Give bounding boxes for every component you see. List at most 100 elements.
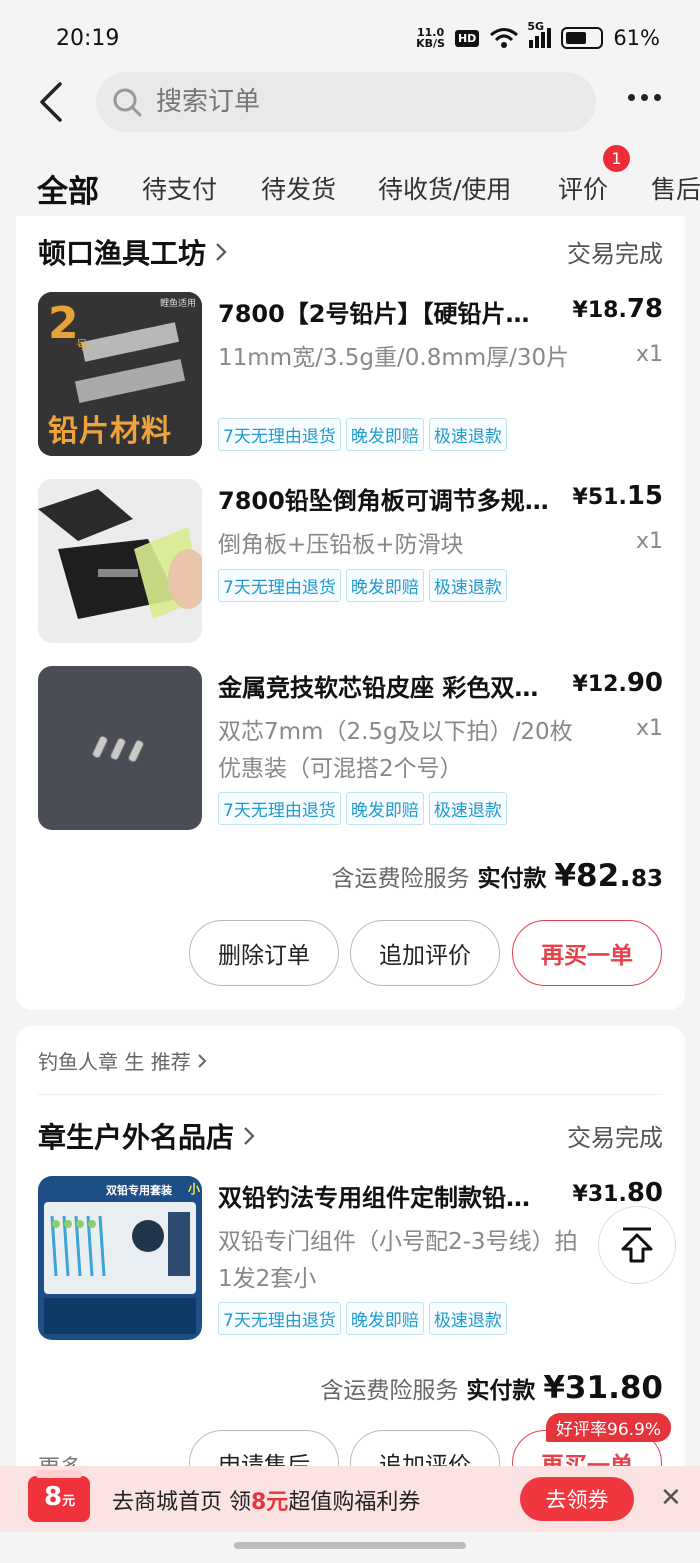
search-bar[interactable] xyxy=(96,72,596,132)
search-input[interactable] xyxy=(156,87,536,117)
product-title: 双铅钓法专用组件定制款铅… xyxy=(218,1184,530,1212)
service-tag: 晚发即赔 xyxy=(345,418,424,451)
product-thumbnail[interactable] xyxy=(38,666,202,830)
product-price: ¥31.80 xyxy=(572,1178,663,1208)
shipping-insurance-note: 含运费险服务 xyxy=(320,1378,459,1404)
thumb-number: 2 xyxy=(48,298,79,349)
header xyxy=(0,72,700,134)
status-bar: 20:19 11.0 KB/S HD 5G 61% xyxy=(0,0,700,72)
order-total: 含运费险服务 实付款 ¥31.80 xyxy=(320,1370,663,1406)
service-tags: 7天无理由退货 晚发即赔 极速退款 xyxy=(218,569,507,602)
order-item[interactable]: 金属竞技软芯铅皮座 彩色双… ¥12.90 双芯7mm（2.5g及以下拍）/20… xyxy=(38,666,663,832)
system-nav-bar xyxy=(0,1532,700,1563)
wifi-icon xyxy=(490,28,519,48)
battery-icon xyxy=(561,27,604,49)
hd-icon: HD xyxy=(454,29,480,47)
coupon-icon: 8元 xyxy=(26,1470,92,1528)
product-price: ¥18.78 xyxy=(572,294,663,324)
tab-after-sales[interactable]: 售后 xyxy=(651,170,700,206)
review-count-badge: 1 xyxy=(603,145,630,172)
service-tag: 7天无理由退货 xyxy=(218,792,341,825)
shipping-insurance-note: 含运费险服务 xyxy=(331,866,470,892)
product-title: 7800铅坠倒角板可调节多规… xyxy=(218,487,549,515)
chevron-right-icon xyxy=(216,243,227,261)
battery-level: 61% xyxy=(613,26,660,50)
back-to-top-button[interactable] xyxy=(598,1206,676,1284)
product-title: 金属竞技软芯铅皮座 彩色双… xyxy=(218,674,539,702)
positive-rate-badge: 好评率96.9% xyxy=(546,1413,672,1442)
product-title: 7800【2号铅片】【硬铅片… xyxy=(218,300,530,328)
product-price: ¥51.15 xyxy=(572,481,663,511)
divider xyxy=(38,1094,663,1095)
status-time: 20:19 xyxy=(56,26,120,51)
double-lead-kit-image xyxy=(38,1176,202,1340)
product-quantity: x1 xyxy=(635,529,663,554)
order-total: 含运费险服务 实付款 ¥82.83 xyxy=(331,858,663,894)
service-tag: 7天无理由退货 xyxy=(218,1302,341,1335)
back-arrow-icon xyxy=(40,82,62,122)
product-price: ¥12.90 xyxy=(572,668,663,698)
order-item[interactable]: 7800铅坠倒角板可调节多规… ¥51.15 倒角板+压铅板+防滑块 x1 7天… xyxy=(38,479,663,645)
status-icons: 11.0 KB/S HD 5G 61% xyxy=(416,20,660,50)
product-spec: 倒角板+压铅板+防滑块 xyxy=(218,532,464,558)
total-label: 实付款 xyxy=(466,1378,536,1404)
banner-text: 去商城首页 领8元超值购福利券 xyxy=(112,1490,421,1515)
chamfer-board-image xyxy=(38,479,202,643)
product-quantity: x1 xyxy=(635,716,663,741)
back-button[interactable] xyxy=(36,80,76,126)
product-spec: 双铅专门组件（小号配2-3号线）拍1发2套小 xyxy=(218,1229,578,1292)
service-tags: 7天无理由退货 晚发即赔 极速退款 xyxy=(218,1302,507,1335)
thumb-label: 铅片材料 xyxy=(48,414,172,449)
shop-header: 顿口渔具工坊 交易完成 xyxy=(38,232,663,272)
thumb-label-size: 小 xyxy=(188,1182,201,1196)
service-tag: 极速退款 xyxy=(428,792,507,825)
tab-pending-payment[interactable]: 待支付 xyxy=(142,170,217,206)
product-thumbnail[interactable] xyxy=(38,479,202,643)
product-thumbnail[interactable]: 双铅专用套装 小 xyxy=(38,1176,202,1340)
order-item[interactable]: 双铅专用套装 小 双铅钓法专用组件定制款铅… ¥31.80 双铅专门组件（小号配… xyxy=(38,1176,663,1342)
thumb-number-sub: 号 xyxy=(76,338,89,352)
shop-link[interactable]: 顿口渔具工坊 xyxy=(38,232,228,272)
service-tag: 晚发即赔 xyxy=(345,569,424,602)
claim-coupon-button[interactable]: 去领券 xyxy=(520,1477,634,1521)
product-spec: 双芯7mm（2.5g及以下拍）/20枚优惠装（可混搭2个号） xyxy=(218,719,573,782)
shop-link[interactable]: 章生户外名品店 xyxy=(38,1116,256,1156)
coupon-amount: 8元 xyxy=(44,1482,76,1512)
product-spec: 11mm宽/3.5g重/0.8mm厚/30片 xyxy=(218,345,570,371)
delete-order-button[interactable]: 删除订单 xyxy=(189,920,339,986)
service-tag: 晚发即赔 xyxy=(345,792,424,825)
add-review-button[interactable]: 追加评价 xyxy=(350,920,500,986)
order-tabs: 全部 待支付 待发货 待收货/使用 评价 1 售后 xyxy=(0,140,700,228)
service-tags: 7天无理由退货 晚发即赔 极速退款 xyxy=(218,792,507,825)
product-thumbnail[interactable]: 鲤鱼适用 2 号 铅片材料 xyxy=(38,292,202,456)
total-label: 实付款 xyxy=(477,866,547,892)
close-icon[interactable]: ✕ xyxy=(660,1483,682,1513)
tab-all[interactable]: 全部 xyxy=(37,166,99,211)
recommended-by-link[interactable]: 钓鱼人章 生 推荐 xyxy=(38,1046,207,1075)
service-tag: 晚发即赔 xyxy=(345,1302,424,1335)
order-status: 交易完成 xyxy=(567,240,663,268)
buy-again-button[interactable]: 再买一单 xyxy=(512,920,662,986)
tab-review[interactable]: 评价 xyxy=(558,170,608,206)
service-tag: 极速退款 xyxy=(428,418,507,451)
tab-pending-shipment[interactable]: 待发货 xyxy=(261,170,336,206)
product-quantity: x1 xyxy=(635,342,663,367)
shop-name: 顿口渔具工坊 xyxy=(38,237,207,270)
chevron-right-icon xyxy=(244,1127,255,1145)
shop-header: 章生户外名品店 交易完成 xyxy=(38,1116,663,1156)
total-amount: ¥31.80 xyxy=(543,1370,663,1406)
service-tags: 7天无理由退货 晚发即赔 极速退款 xyxy=(218,418,507,451)
total-amount: ¥82.83 xyxy=(554,858,663,894)
lead-seat-image xyxy=(38,666,202,830)
thumb-corner-label: 鲤鱼适用 xyxy=(159,299,196,309)
service-tag: 7天无理由退货 xyxy=(218,569,341,602)
order-item[interactable]: 鲤鱼适用 2 号 铅片材料 7800【2号铅片】【硬铅片… ¥18.78 11m… xyxy=(38,292,663,458)
more-options-button[interactable] xyxy=(628,94,661,101)
service-tag: 极速退款 xyxy=(428,1302,507,1335)
tab-pending-receipt[interactable]: 待收货/使用 xyxy=(378,170,511,206)
service-tag: 极速退款 xyxy=(428,569,507,602)
home-indicator[interactable] xyxy=(234,1542,466,1549)
coupon-banner[interactable]: 8元 去商城首页 领8元超值购福利券 去领券 ✕ xyxy=(0,1466,700,1532)
order-status: 交易完成 xyxy=(567,1124,663,1152)
cell-signal-icon: 5G xyxy=(527,20,552,48)
